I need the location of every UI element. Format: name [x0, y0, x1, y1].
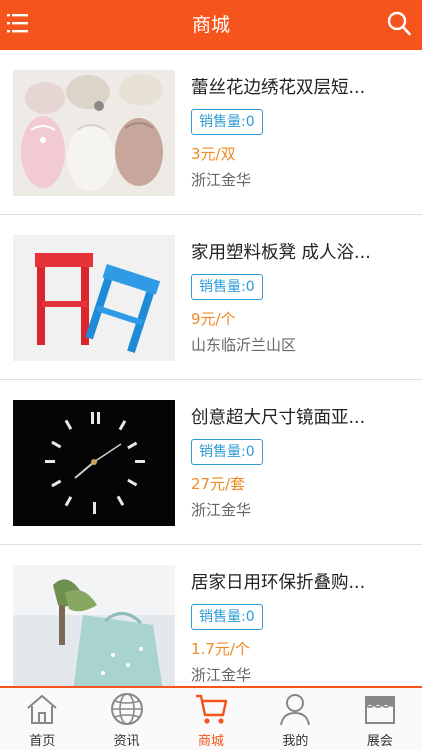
- sales-badge: 销售量: 0: [191, 439, 263, 465]
- product-location: 山东临沂兰山区: [191, 336, 297, 354]
- product-list[interactable]: 蕾丝花边绣花双层短... 销售量: 0 3元/双 浙江金华 家用塑料板凳 成人浴…: [0, 50, 422, 686]
- bottom-tab-bar: 首页 资讯 商城 我的 展会: [0, 686, 422, 750]
- tab-expo[interactable]: 展会: [338, 688, 422, 750]
- globe-icon: [110, 693, 143, 725]
- search-icon: [387, 11, 411, 36]
- product-price: 27元/套: [191, 475, 246, 493]
- sales-badge: 销售量: 0: [191, 604, 263, 630]
- product-location: 浙江金华: [191, 666, 252, 684]
- cart-icon: [196, 694, 228, 724]
- sales-badge: 销售量: 0: [191, 274, 263, 300]
- product-price: 1.7元/个: [191, 640, 250, 658]
- product-price: 9元/个: [191, 310, 236, 328]
- tab-home[interactable]: 首页: [0, 688, 84, 750]
- product-location: 浙江金华: [191, 171, 252, 189]
- tab-label: 首页: [29, 734, 56, 749]
- tab-label: 资讯: [113, 734, 140, 749]
- user-icon: [280, 694, 311, 726]
- sales-label: 销售量:: [199, 114, 246, 130]
- sales-count: 0: [245, 279, 255, 295]
- home-icon: [27, 694, 57, 724]
- product-name: 家用塑料板凳 成人浴...: [191, 243, 371, 263]
- tab-label: 商城: [198, 734, 225, 749]
- sales-badge: 销售量: 0: [191, 109, 263, 135]
- tab-label: 我的: [282, 734, 309, 749]
- sales-label: 销售量:: [199, 609, 246, 625]
- product-image: [13, 400, 175, 526]
- product-item[interactable]: 家用塑料板凳 成人浴... 销售量: 0 9元/个 山东临沂兰山区: [0, 215, 422, 380]
- product-item[interactable]: 蕾丝花边绣花双层短... 销售量: 0 3元/双 浙江金华: [0, 50, 422, 215]
- tab-mine[interactable]: 我的: [253, 688, 337, 750]
- sales-count: 0: [245, 444, 255, 460]
- product-image: [13, 70, 175, 196]
- product-name: 蕾丝花边绣花双层短...: [191, 78, 366, 98]
- product-price: 3元/双: [191, 145, 236, 163]
- tab-mall[interactable]: 商城: [169, 688, 253, 750]
- sales-count: 0: [245, 114, 255, 130]
- sales-label: 销售量:: [199, 444, 246, 460]
- product-image: [13, 565, 175, 686]
- app-root: 商城 蕾丝花边绣花双层短... 销售量: 0 3元/双 浙江金华 家用塑料板凳 …: [0, 0, 422, 750]
- search-button[interactable]: [386, 10, 412, 38]
- product-image: [13, 235, 175, 361]
- product-location: 浙江金华: [191, 501, 252, 519]
- top-bar: 商城: [0, 0, 422, 50]
- store-icon: [364, 696, 395, 724]
- tab-label: 展会: [366, 734, 393, 749]
- page-title: 商城: [191, 14, 230, 36]
- sales-label: 销售量:: [199, 279, 246, 295]
- product-item[interactable]: 创意超大尺寸镜面亚... 销售量: 0 27元/套 浙江金华: [0, 380, 422, 545]
- tab-news[interactable]: 资讯: [84, 688, 168, 750]
- product-name: 创意超大尺寸镜面亚...: [191, 408, 366, 428]
- sales-count: 0: [245, 609, 255, 625]
- product-item[interactable]: 居家日用环保折叠购... 销售量: 0 1.7元/个 浙江金华: [0, 545, 422, 686]
- product-name: 居家日用环保折叠购...: [191, 573, 366, 593]
